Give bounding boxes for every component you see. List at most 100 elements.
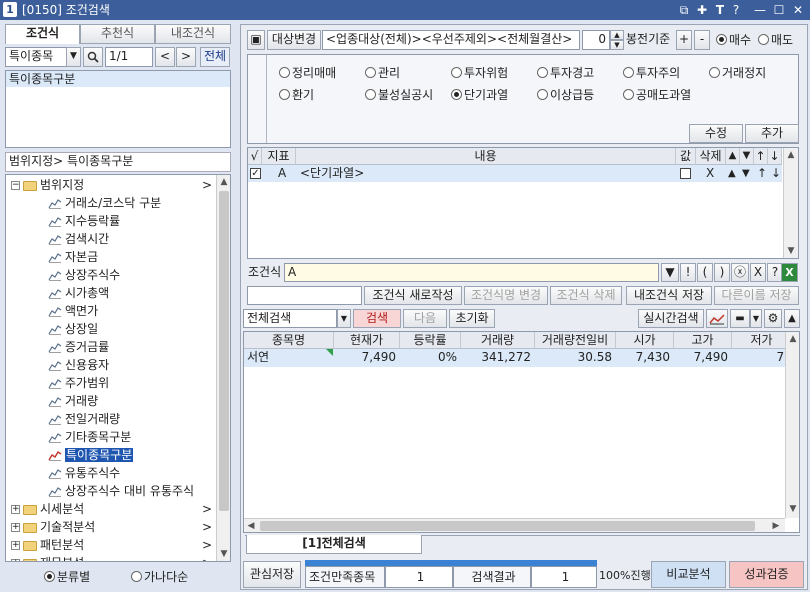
- tree-item[interactable]: 검색시간: [6, 230, 216, 248]
- tree-group[interactable]: + 기술적분석 >: [6, 518, 216, 536]
- minimize-icon[interactable]: —: [752, 2, 768, 18]
- tab-all-search[interactable]: [1]전체검색: [246, 535, 422, 554]
- tree-item[interactable]: 거래소/코스닥 구분: [6, 194, 216, 212]
- compare-button[interactable]: 비교분석: [651, 561, 726, 588]
- tree-item[interactable]: 거래량: [6, 392, 216, 410]
- scroll-down-icon[interactable]: ▼: [784, 244, 798, 258]
- next-button[interactable]: 다음: [403, 309, 447, 328]
- value-checkbox[interactable]: [680, 168, 691, 179]
- delete-condition-button[interactable]: 조건식 삭제: [550, 286, 622, 305]
- tree-scrollbar[interactable]: ▲ ▼: [216, 175, 230, 561]
- tree-item[interactable]: 증거금률: [6, 338, 216, 356]
- tree-group[interactable]: + 패턴분석 >: [6, 536, 216, 554]
- option-radio[interactable]: 투자주의: [623, 66, 680, 80]
- tree-item[interactable]: 주가범위: [6, 374, 216, 392]
- scroll-left-icon[interactable]: ◀: [244, 519, 258, 532]
- pin-icon[interactable]: ✚: [694, 2, 710, 18]
- formula-input[interactable]: A: [284, 263, 659, 282]
- tree-item[interactable]: 신용융자: [6, 356, 216, 374]
- tree-item[interactable]: 상장일: [6, 320, 216, 338]
- reset-button[interactable]: 초기화: [449, 309, 495, 328]
- tree-item[interactable]: 상장주식수 대비 유통주식: [6, 482, 216, 500]
- option-radio[interactable]: 거래정지: [709, 66, 766, 80]
- all-button[interactable]: 전체: [200, 47, 230, 67]
- save-my-condition-button[interactable]: 내조건식 저장: [626, 286, 712, 305]
- collapse-icon[interactable]: ▲: [784, 309, 800, 328]
- save-as-button[interactable]: 다른이름 저장: [714, 286, 799, 305]
- option-radio[interactable]: 단기과열: [451, 88, 508, 102]
- table-row[interactable]: ✓ A <단기과열> X ▲ ▼ ↑ ↓: [248, 165, 782, 182]
- tree-group[interactable]: +재무분석>: [6, 554, 216, 561]
- table-row[interactable]: 서연 7,490 0% 341,272 30.58 7,430 7,490 7,: [244, 349, 788, 367]
- watch-save-button[interactable]: 관심저장: [243, 561, 301, 588]
- tree-item[interactable]: 전일거래량: [6, 410, 216, 428]
- chevron-down-icon[interactable]: ▼: [750, 309, 762, 328]
- result-col-header[interactable]: 현재가: [334, 332, 400, 349]
- result-col-header[interactable]: 종목명: [244, 332, 334, 349]
- tab-my-conditions[interactable]: 내조건식: [155, 24, 231, 44]
- result-col-header[interactable]: 등락률: [400, 332, 461, 349]
- formula-op-button[interactable]: (: [697, 263, 713, 282]
- option-radio[interactable]: 관리: [365, 66, 400, 80]
- option-radio[interactable]: 정리매매: [279, 66, 336, 80]
- add-button[interactable]: 추가: [745, 124, 799, 143]
- spin-down-icon[interactable]: ▼: [610, 40, 624, 50]
- tree-root-range[interactable]: − 범위지정 >: [6, 176, 216, 194]
- tree-group[interactable]: + 시세분석 >: [6, 500, 216, 518]
- radio-sell[interactable]: 매도: [758, 33, 793, 47]
- excel-icon[interactable]: X: [781, 263, 798, 282]
- formula-op-button[interactable]: ▼: [661, 263, 679, 282]
- result-col-header[interactable]: 저가: [732, 332, 792, 349]
- scroll-thumb[interactable]: [219, 191, 229, 511]
- sort-by-alpha[interactable]: 가나다순: [131, 570, 188, 584]
- next-page-icon[interactable]: >: [176, 47, 196, 67]
- search-button[interactable]: 검색: [353, 309, 401, 328]
- category-select[interactable]: 특이종목: [5, 47, 67, 67]
- formula-op-button[interactable]: !: [680, 263, 696, 282]
- option-radio[interactable]: 환기: [279, 88, 314, 102]
- new-condition-button[interactable]: 조건식 새로작성: [364, 286, 462, 305]
- move-bottom-icon[interactable]: ↓: [771, 165, 781, 182]
- scroll-down-icon[interactable]: ▼: [786, 502, 799, 516]
- formula-op-button[interactable]: X: [750, 263, 766, 282]
- tree-item[interactable]: 지수등락률: [6, 212, 216, 230]
- scroll-down-icon[interactable]: ▼: [217, 547, 230, 561]
- formula-op-button[interactable]: ): [714, 263, 730, 282]
- move-top-icon[interactable]: ↑: [757, 165, 767, 182]
- result-col-header[interactable]: 거래량: [461, 332, 535, 349]
- option-radio[interactable]: 공매도과열: [623, 88, 691, 102]
- performance-button[interactable]: 성과검증: [729, 561, 804, 588]
- bong-count[interactable]: 0: [582, 30, 610, 50]
- realtime-search-button[interactable]: 실시간검색: [638, 309, 704, 328]
- option-radio[interactable]: 투자경고: [537, 66, 594, 80]
- tree-item[interactable]: 자본금: [6, 248, 216, 266]
- tree-item[interactable]: 기타종목구분: [6, 428, 216, 446]
- tree-item[interactable]: 시가총액: [6, 284, 216, 302]
- scroll-right-icon[interactable]: ▶: [769, 519, 783, 532]
- condition-name-input[interactable]: [247, 286, 362, 305]
- gear-icon[interactable]: ⚙: [764, 309, 782, 328]
- row-checkbox[interactable]: ✓: [250, 168, 261, 179]
- layout-icon[interactable]: ▣: [247, 30, 265, 50]
- tree-item[interactable]: 상장주식수: [6, 266, 216, 284]
- tree-item[interactable]: 유통주식수: [6, 464, 216, 482]
- prev-page-icon[interactable]: <: [155, 47, 175, 67]
- minus-button[interactable]: -: [694, 30, 710, 50]
- chevron-down-icon[interactable]: ▼: [337, 309, 351, 328]
- cond-scrollbar[interactable]: ▲ ▼: [783, 148, 798, 258]
- results-hscroll[interactable]: ◀ ▶: [244, 518, 785, 532]
- option-radio[interactable]: 불성실공시: [365, 88, 433, 102]
- rename-button[interactable]: 조건식명 변경: [464, 286, 548, 305]
- tab-conditions[interactable]: 조건식: [5, 24, 80, 44]
- option-radio[interactable]: 이상급등: [537, 88, 594, 102]
- scroll-up-icon[interactable]: ▲: [786, 332, 799, 346]
- sort-by-category[interactable]: 분류별: [44, 570, 90, 584]
- radio-buy[interactable]: 매수: [716, 33, 751, 47]
- tree-item[interactable]: 액면가: [6, 302, 216, 320]
- hscroll-thumb[interactable]: [260, 521, 755, 531]
- edit-button[interactable]: 수정: [689, 124, 743, 143]
- close-icon[interactable]: ✕: [790, 2, 806, 18]
- move-down-icon[interactable]: ▼: [742, 165, 750, 182]
- option-radio[interactable]: 투자위험: [451, 66, 508, 80]
- plus-button[interactable]: +: [676, 30, 692, 50]
